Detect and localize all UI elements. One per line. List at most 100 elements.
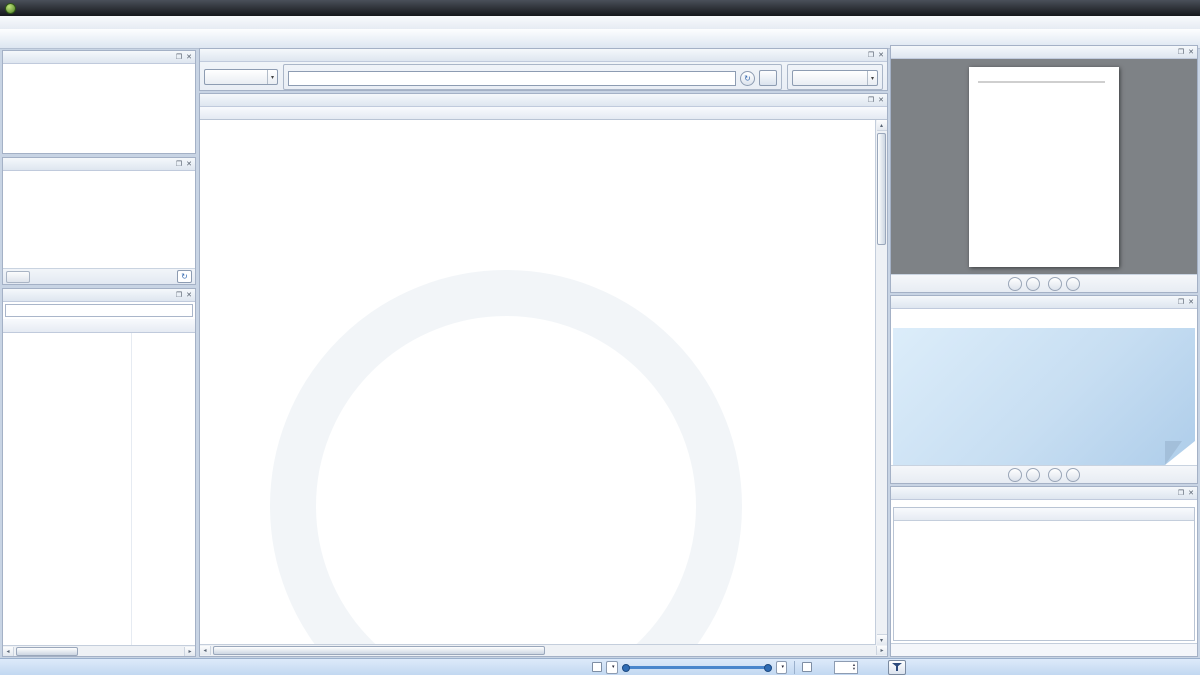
close-panel-icon[interactable]: ✕ — [878, 52, 884, 59]
versions-list-header — [894, 508, 1194, 521]
chevron-down-icon: ▾ — [782, 664, 785, 670]
search-group: ↻ — [283, 64, 782, 90]
documents-vertical-scrollbar[interactable]: ▴ ▾ — [875, 120, 887, 645]
scrollbar-thumb[interactable] — [877, 133, 886, 245]
search-panel: ❐ ✕ ▾ ↻ ▾ — [199, 48, 888, 91]
ecodms-window: ❐ ✕ ❐ ✕ ↻ ❐ ✕ — [0, 0, 1200, 675]
float-panel-icon[interactable]: ❐ — [1178, 299, 1184, 306]
documents-table-body — [200, 120, 887, 644]
documents-table: ◂ ▸ ▴ ▾ — [200, 107, 887, 656]
preview-area[interactable] — [891, 59, 1197, 274]
search-panel-header: ❐ ✕ — [200, 49, 887, 62]
folder-column-headers — [3, 319, 195, 333]
funnel-icon — [892, 662, 902, 672]
float-panel-icon[interactable]: ❐ — [176, 161, 182, 168]
folders-horizontal-scrollbar[interactable]: ◂ ▸ — [3, 645, 195, 656]
float-panel-icon[interactable]: ❐ — [176, 54, 182, 61]
float-panel-icon[interactable]: ❐ — [1178, 49, 1184, 56]
close-panel-icon[interactable]: ✕ — [1188, 490, 1194, 497]
folders-panel-header: ❐ ✕ — [3, 289, 195, 302]
max-results-spinner[interactable]: ▲▼ — [834, 661, 858, 674]
close-panel-icon[interactable]: ✕ — [186, 161, 192, 168]
search-mode-select[interactable]: ▾ — [204, 69, 278, 85]
app-icon — [5, 3, 16, 14]
filter-panel-footer: ↻ — [3, 268, 195, 284]
scrollbar-thumb[interactable] — [16, 647, 78, 656]
date-to-select[interactable]: ▾ — [776, 661, 788, 674]
versions-footer — [891, 643, 1197, 656]
folder-filter-input[interactable] — [5, 304, 193, 317]
toggle-filter-button[interactable]: ↻ — [177, 270, 192, 283]
status-panel-header: ❐ ✕ — [3, 51, 195, 64]
spinner-arrows-icon[interactable]: ▲▼ — [852, 663, 856, 671]
search-row: ▾ ↻ ▾ — [200, 62, 887, 92]
last-note-icon[interactable] — [1066, 468, 1080, 482]
previous-page-icon[interactable] — [1026, 277, 1040, 291]
notes-panel-header: ❐ ✕ — [891, 296, 1197, 309]
previous-note-icon[interactable] — [1026, 468, 1040, 482]
bottom-bar: ▾ ▾ ▲▼ — [0, 658, 1200, 675]
close-panel-icon[interactable]: ✕ — [186, 54, 192, 61]
float-panel-icon[interactable]: ❐ — [176, 292, 182, 299]
date-from-select[interactable]: ▾ — [606, 661, 618, 674]
last-page-icon[interactable] — [1066, 277, 1080, 291]
versions-list — [893, 507, 1195, 641]
note-page-curl-highlight — [1165, 441, 1195, 465]
first-page-icon[interactable] — [1008, 277, 1022, 291]
folders-panel: ❐ ✕ ◂ ▸ — [2, 288, 196, 657]
scrollbar-thumb[interactable] — [213, 646, 545, 655]
date-range-slider[interactable] — [622, 662, 772, 673]
title-bar — [0, 0, 1200, 16]
scroll-left-icon[interactable]: ◂ — [200, 646, 211, 655]
scroll-left-icon[interactable]: ◂ — [3, 647, 14, 656]
filter-toggle-button[interactable] — [888, 660, 906, 675]
documents-panel: ❐ ✕ ◂ ▸ ▴ ▾ — [199, 93, 888, 657]
documents-horizontal-scrollbar[interactable]: ◂ ▸ — [200, 644, 887, 656]
preview-panel: ❐ ✕ — [890, 45, 1198, 293]
notes-pager — [891, 465, 1197, 483]
documents-panel-header: ❐ ✕ — [200, 94, 887, 107]
first-note-icon[interactable] — [1008, 468, 1022, 482]
chevron-down-icon: ▾ — [867, 71, 874, 85]
versions-panel-header: ❐ ✕ — [891, 487, 1197, 500]
search-input[interactable] — [288, 71, 736, 86]
refresh-search-icon[interactable]: ↻ — [740, 71, 755, 86]
scroll-down-icon[interactable]: ▾ — [877, 634, 887, 645]
scroll-right-icon[interactable]: ▸ — [184, 647, 195, 656]
close-panel-icon[interactable]: ✕ — [186, 292, 192, 299]
versions-panel: ❐ ✕ — [890, 486, 1198, 657]
preview-panel-header: ❐ ✕ — [891, 46, 1197, 59]
search-button[interactable] — [759, 70, 777, 86]
documents-table-header — [200, 107, 887, 120]
slider-handle-left[interactable] — [622, 664, 630, 672]
filter-template-tree — [3, 171, 195, 268]
mark-unread-checkbox[interactable] — [802, 662, 812, 672]
filter-templates-panel: ❐ ✕ ↻ — [2, 157, 196, 285]
preview-pager — [891, 274, 1197, 292]
archive-group: ▾ — [787, 64, 883, 90]
next-note-icon[interactable] — [1048, 468, 1062, 482]
close-panel-icon[interactable]: ✕ — [1188, 299, 1194, 306]
scroll-right-icon[interactable]: ▸ — [876, 646, 887, 655]
next-page-icon[interactable] — [1048, 277, 1062, 291]
chevron-down-icon: ▾ — [267, 70, 274, 84]
float-panel-icon[interactable]: ❐ — [868, 97, 874, 104]
folder-tree — [3, 333, 195, 645]
apply-filter-button[interactable] — [6, 271, 30, 283]
archive-select[interactable]: ▾ — [792, 70, 878, 86]
status-list — [3, 64, 195, 153]
notes-toolbar — [891, 309, 1197, 328]
float-panel-icon[interactable]: ❐ — [1178, 490, 1184, 497]
date-filter-checkbox[interactable] — [592, 662, 602, 672]
preview-page — [969, 67, 1119, 267]
filter-panel-header: ❐ ✕ — [3, 158, 195, 171]
close-panel-icon[interactable]: ✕ — [1188, 49, 1194, 56]
note-card[interactable] — [893, 328, 1195, 465]
scroll-up-icon[interactable]: ▴ — [877, 120, 887, 131]
close-panel-icon[interactable]: ✕ — [878, 97, 884, 104]
slider-handle-right[interactable] — [764, 664, 772, 672]
menu-bar — [0, 16, 1200, 30]
float-panel-icon[interactable]: ❐ — [868, 52, 874, 59]
status-panel: ❐ ✕ — [2, 50, 196, 154]
chevron-down-icon: ▾ — [612, 664, 615, 670]
